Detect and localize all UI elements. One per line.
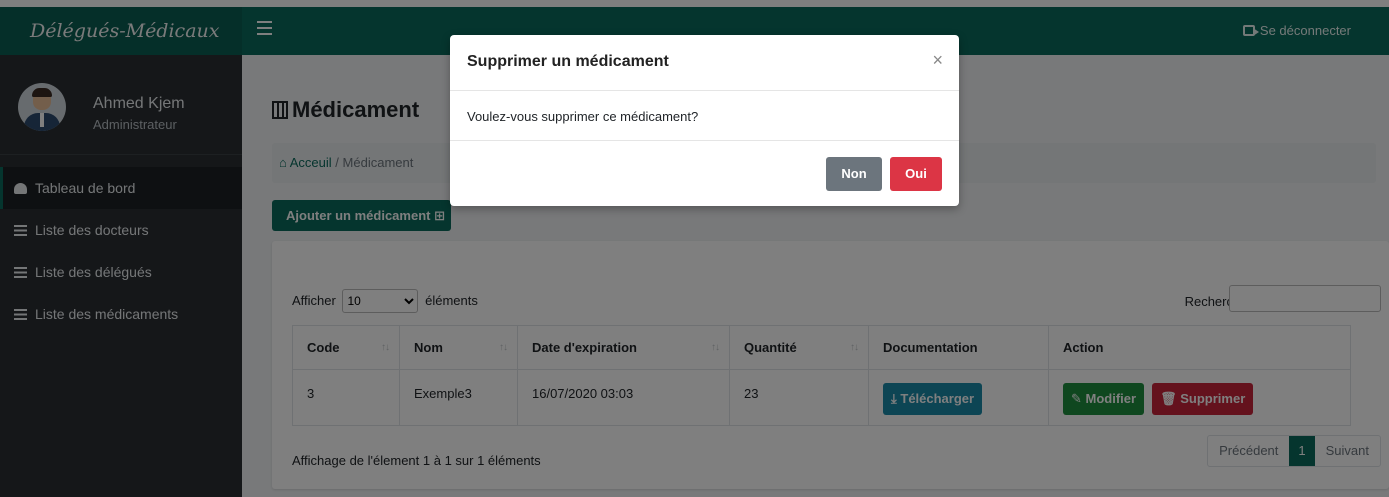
modal-header: Supprimer un médicament × bbox=[450, 35, 959, 91]
modal-title: Supprimer un médicament bbox=[467, 53, 669, 70]
delete-confirmation-modal: Supprimer un médicament × Voulez-vous su… bbox=[450, 35, 959, 206]
close-icon[interactable]: × bbox=[932, 50, 943, 70]
modal-body: Voulez-vous supprimer ce médicament? bbox=[450, 91, 959, 141]
cancel-button[interactable]: Non bbox=[826, 157, 882, 191]
modal-footer: Non Oui bbox=[450, 141, 959, 205]
confirm-delete-button[interactable]: Oui bbox=[890, 157, 942, 191]
